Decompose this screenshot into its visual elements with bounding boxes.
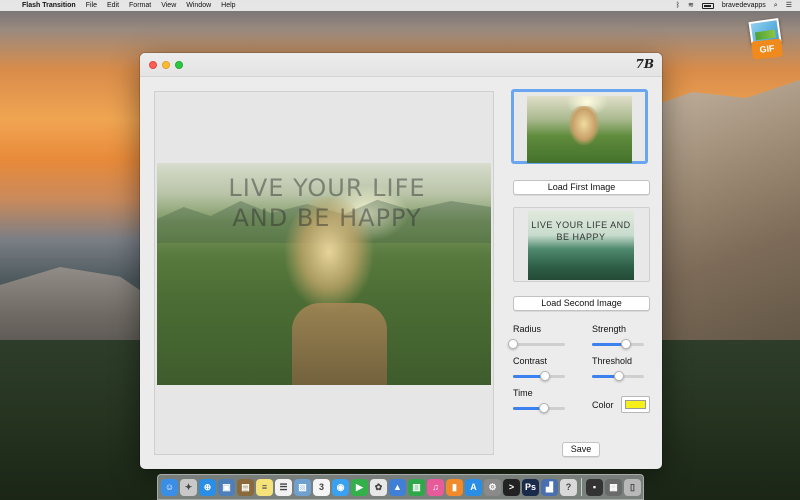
numbers-icon[interactable]: ▥ [408,478,425,496]
threshold-slider-knob[interactable] [614,371,625,381]
ibooks-icon[interactable]: ▮ [446,478,463,496]
dock: ☺ ✦ ⊕ ▣ ▤ ≡ ☰ ▧ 3 ◉ ▶ ✿ ▲ ▥ ♫ ▮ A ⚙ > Ps ▟? ▪ ▦ ▯ [157,474,644,500]
user-menu[interactable]: bravedevapps [722,0,766,11]
dock-separator [581,478,582,496]
gif-app-desktop-icon[interactable]: GIF [746,18,786,62]
menu-edit[interactable]: Edit [107,0,119,11]
messages-icon[interactable]: ◉ [332,478,349,496]
preview-overlay-text: LIVE YOUR LIFE AND BE HAPPY [228,174,426,232]
app-window: 7B LIVE YOUR LIFE AND BE HAPPY Load Firs… [140,53,662,469]
photo-icon[interactable]: ▣ [218,478,235,496]
second-thumbnail-text: LIVE YOUR LIFE AND BE HAPPY [531,220,631,242]
color-swatch [625,400,646,409]
strength-slider-knob[interactable] [620,339,631,349]
help-icon[interactable]: ? [560,478,577,496]
minimize-window-button[interactable] [162,61,170,69]
app-store-icon[interactable]: A [465,478,482,496]
safari-icon[interactable]: ⊕ [199,478,216,496]
preview-girl-body [292,303,387,385]
radius-slider-knob[interactable] [508,339,518,349]
downloads-icon[interactable]: ▦ [605,478,622,496]
load-second-image-button[interactable]: Load Second Image [513,296,650,311]
menu-view[interactable]: View [161,0,176,11]
brand-logo: 7B [635,57,655,71]
first-image-well[interactable] [511,89,648,164]
menu-file[interactable]: File [86,0,97,11]
menu-app-name[interactable]: Flash Transition [22,0,76,11]
first-image-thumbnail [527,96,632,163]
notes-icon[interactable]: ≡ [256,478,273,496]
strength-label: Strength [592,324,627,334]
bluetooth-icon[interactable]: ᛒ [676,0,680,11]
close-window-button[interactable] [149,61,157,69]
second-image-thumbnail: LIVE YOUR LIFE AND BE HAPPY [528,211,634,280]
preview-icon[interactable]: ▧ [294,478,311,496]
thumbnail-girl [567,106,601,161]
time-label: Time [513,388,533,398]
chart-app-icon[interactable]: ▟ [541,478,558,496]
notification-center-icon[interactable]: ☰ [786,0,792,11]
gif-badge: GIF [751,38,783,60]
launchpad-icon[interactable]: ✦ [180,478,197,496]
console-icon[interactable]: ▪ [586,478,603,496]
radius-slider[interactable] [508,339,565,349]
wifi-icon[interactable]: ≋ [688,0,694,11]
save-button[interactable]: Save [562,442,600,457]
threshold-slider[interactable] [592,371,644,381]
threshold-label: Threshold [592,356,633,366]
terminal-icon[interactable]: > [503,478,520,496]
menu-format[interactable]: Format [129,0,151,11]
trash-icon[interactable]: ▯ [624,478,641,496]
zoom-window-button[interactable] [175,61,183,69]
search-icon[interactable]: ⌕ [774,0,778,11]
finder-icon[interactable]: ☺ [161,478,178,496]
time-slider[interactable] [513,403,565,413]
battery-icon[interactable] [701,2,714,9]
color-well[interactable] [621,396,650,413]
menu-bar: Flash Transition File Edit Format View W… [0,0,800,11]
preview-panel: LIVE YOUR LIFE AND BE HAPPY [154,91,494,455]
transition-preview-image: LIVE YOUR LIFE AND BE HAPPY [157,163,491,385]
facetime-icon[interactable]: ▶ [351,478,368,496]
contrast-slider-knob[interactable] [540,371,551,381]
menu-help[interactable]: Help [221,0,235,11]
strength-slider[interactable] [592,339,644,349]
notebook-icon[interactable]: ▤ [237,478,254,496]
reminders-icon[interactable]: ☰ [275,478,292,496]
time-slider-knob[interactable] [539,403,550,413]
second-image-well[interactable]: LIVE YOUR LIFE AND BE HAPPY [513,207,650,282]
system-prefs-icon[interactable]: ⚙ [484,478,501,496]
photos-icon[interactable]: ✿ [370,478,387,496]
contrast-slider[interactable] [513,371,565,381]
color-label: Color [592,400,614,410]
calendar-icon[interactable]: 3 [313,478,330,496]
keynote-icon[interactable]: ▲ [389,478,406,496]
title-bar[interactable]: 7B [140,53,662,77]
load-first-image-button[interactable]: Load First Image [513,180,650,195]
photoshop-icon[interactable]: Ps [522,478,539,496]
menu-extras: ᛒ ≋ bravedevapps ⌕ ☰ [676,0,792,11]
contrast-label: Contrast [513,356,548,366]
itunes-icon[interactable]: ♫ [427,478,444,496]
menu-window[interactable]: Window [186,0,211,11]
radius-label: Radius [513,324,542,334]
